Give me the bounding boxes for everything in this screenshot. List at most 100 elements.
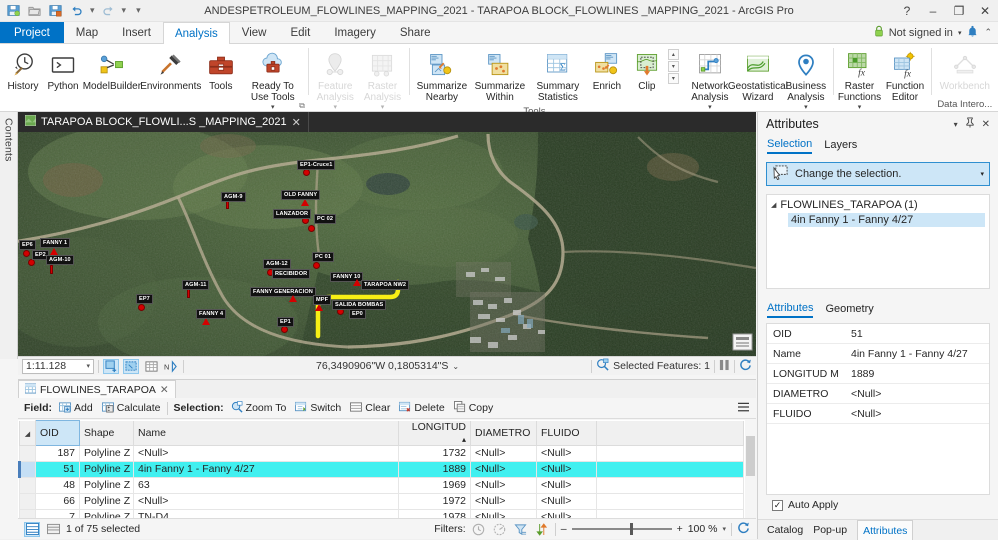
ribbon-button-modelbuilder[interactable]: ModelBuilder xyxy=(83,47,141,94)
bottom-tab-catalog[interactable]: Catalog xyxy=(767,524,803,536)
save-as-icon[interactable] xyxy=(48,3,63,18)
account-status-label[interactable]: Not signed in xyxy=(889,27,953,39)
zoom-dropdown-icon[interactable]: ▾ xyxy=(722,525,726,533)
table-tab-flowlines[interactable]: FLOWLINES_TARAPOA ✕ xyxy=(18,380,176,398)
refresh-icon[interactable] xyxy=(737,521,750,537)
help-button[interactable]: ? xyxy=(894,0,920,22)
close-button[interactable]: ✕ xyxy=(972,0,998,22)
attribute-row[interactable]: FLUIDO <Null> xyxy=(767,404,989,424)
table-row[interactable]: 187 Polyline Z <Null> 1732 <Null> <Null> xyxy=(20,445,744,461)
checkbox-icon[interactable]: ✓ xyxy=(772,500,783,511)
change-selection-dropdown[interactable]: Change the selection. ▾ xyxy=(766,162,990,186)
ribbon-tab-analysis[interactable]: Analysis xyxy=(163,22,230,45)
close-icon[interactable]: ✕ xyxy=(292,116,301,129)
table-row[interactable]: 48 Polyline Z 63 1969 <Null> <Null> xyxy=(20,477,744,493)
map-scale-combobox[interactable]: 1:11.128 ▾ xyxy=(22,359,94,374)
select-by-rectangle-icon[interactable] xyxy=(123,359,139,374)
close-icon[interactable]: ✕ xyxy=(982,119,990,130)
map-point[interactable] xyxy=(353,279,361,286)
add-field-button[interactable]: Add xyxy=(57,400,95,417)
map-point[interactable] xyxy=(202,318,210,325)
map-view-tab[interactable]: TARAPOA BLOCK_FLOWLI...S _MAPPING_2021 ✕ xyxy=(18,112,309,132)
attribute-table-icon[interactable] xyxy=(143,359,159,374)
row-selector[interactable] xyxy=(20,445,36,461)
ribbon-button-raster-functions[interactable]: fx Raster Functions ▾ xyxy=(837,47,883,113)
save-icon[interactable] xyxy=(6,3,21,18)
tree-root-item[interactable]: ◢ FLOWLINES_TARAPOA (1) xyxy=(771,199,985,211)
ribbon-button-clip[interactable]: Clip xyxy=(627,47,667,94)
attribute-table-grid[interactable]: ◢ OID Shape Name LONGITUD ▴ DIAMETRO FLU… xyxy=(18,420,756,519)
tree-feature-item[interactable]: 4in Fanny 1 - Fanny 4/27 xyxy=(788,213,985,227)
row-selector[interactable] xyxy=(20,493,36,509)
selected-filter-icon[interactable] xyxy=(534,522,550,537)
map-point[interactable] xyxy=(313,262,320,269)
ribbon-button-history[interactable]: History xyxy=(3,47,43,94)
tools-gallery-scrollbar[interactable]: ▴ ▾ ▾ xyxy=(667,47,680,86)
table-select-all-header[interactable]: ◢ xyxy=(20,421,36,446)
account-dropdown-icon[interactable]: ▾ xyxy=(958,29,962,37)
undo-icon[interactable] xyxy=(69,3,84,18)
minimize-button[interactable]: – xyxy=(920,0,946,22)
table-header-name[interactable]: Name xyxy=(134,421,399,446)
sort-corner-icon[interactable]: ◢ xyxy=(25,431,30,438)
pane-menu-icon[interactable]: ▾ xyxy=(954,120,958,129)
table-header-oid[interactable]: OID xyxy=(36,421,80,446)
zoom-slider-knob[interactable] xyxy=(630,523,633,535)
ribbon-tab-insert[interactable]: Insert xyxy=(110,22,163,43)
subtab-attributes[interactable]: Attributes xyxy=(767,302,813,318)
ribbon-button-ready-to-use-tools[interactable]: Ready To Use Tools ▾ xyxy=(241,47,305,113)
ribbon-button-network-analysis[interactable]: Network Analysis ▾ xyxy=(686,47,734,113)
customize-quick-access-icon[interactable]: ▾ xyxy=(136,5,141,16)
bottom-tab-popup[interactable]: Pop-up xyxy=(813,524,847,536)
navigate-icon[interactable]: N xyxy=(163,359,179,374)
zoom-slider[interactable] xyxy=(572,528,672,530)
notifications-icon[interactable] xyxy=(966,25,979,41)
chevron-down-icon[interactable]: ▾ xyxy=(333,103,337,111)
delete-selection-button[interactable]: Delete xyxy=(397,400,446,417)
ribbon-button-geostatistical-wizard[interactable]: Geostatistical Wizard xyxy=(734,47,782,105)
select-features-icon[interactable] xyxy=(103,359,119,374)
ribbon-tab-imagery[interactable]: Imagery xyxy=(322,22,388,43)
chevron-down-icon[interactable]: ▾ xyxy=(858,103,862,111)
map-point[interactable] xyxy=(315,304,323,311)
ribbon-button-environments[interactable]: Environments xyxy=(141,47,201,94)
attribute-row[interactable]: OID 51 xyxy=(767,324,989,344)
table-vertical-scrollbar[interactable] xyxy=(745,420,756,519)
table-header-diametro[interactable]: DIAMETRO xyxy=(471,421,537,446)
map-point[interactable] xyxy=(289,295,297,302)
map-point[interactable] xyxy=(50,248,58,255)
sort-ascending-icon[interactable]: ▴ xyxy=(462,435,466,444)
ribbon-button-enrich[interactable]: Enrich xyxy=(587,47,627,94)
ribbon-tab-map[interactable]: Map xyxy=(64,22,110,43)
row-selector[interactable] xyxy=(20,461,36,477)
table-row[interactable]: 51 Polyline Z 4in Fanny 1 - Fanny 4/27 1… xyxy=(20,461,744,477)
map-point[interactable] xyxy=(308,225,315,232)
scrollbar-thumb[interactable] xyxy=(746,436,755,476)
table-menu-icon[interactable] xyxy=(737,402,750,416)
ribbon-button-python[interactable]: Python xyxy=(43,47,83,94)
table-row[interactable]: 66 Polyline Z <Null> 1972 <Null> <Null> xyxy=(20,493,744,509)
pause-drawing-icon[interactable] xyxy=(719,359,730,374)
ribbon-button-workbench[interactable]: Workbench xyxy=(935,47,995,94)
ribbon-button-feature-analysis[interactable]: Feature Analysis ▾ xyxy=(312,47,359,113)
ribbon-button-summarize-nearby[interactable]: Summarize Nearby xyxy=(413,47,471,105)
map-point[interactable] xyxy=(281,326,288,333)
map-point[interactable] xyxy=(50,265,53,274)
redo-icon[interactable] xyxy=(101,3,116,18)
coordinate-format-dropdown-icon[interactable]: ⌄ xyxy=(452,362,459,371)
chevron-down-icon[interactable]: ▾ xyxy=(804,103,808,111)
chevron-down-icon[interactable]: ▾ xyxy=(381,103,385,111)
time-filter-icon[interactable] xyxy=(471,522,487,537)
auto-apply-toggle[interactable]: ✓ Auto Apply xyxy=(772,499,838,511)
map-canvas[interactable]: EP1-Cruce1 AGM-9 OLD FANNY LANZADOR PC 0… xyxy=(18,132,756,359)
chevron-down-icon[interactable]: ▾ xyxy=(86,362,90,370)
table-header-shape[interactable]: Shape xyxy=(80,421,134,446)
refresh-icon[interactable] xyxy=(739,358,752,374)
restore-button[interactable]: ❐ xyxy=(946,0,972,22)
map-point[interactable] xyxy=(28,259,35,266)
map-extent-filter-icon[interactable] xyxy=(513,522,529,537)
ribbon-tab-view[interactable]: View xyxy=(230,22,279,43)
geoprocessing-dialog-launcher[interactable]: ⧉ xyxy=(299,101,305,111)
switch-selection-button[interactable]: Switch xyxy=(293,400,343,417)
chevron-down-icon[interactable]: ▾ xyxy=(708,103,712,111)
